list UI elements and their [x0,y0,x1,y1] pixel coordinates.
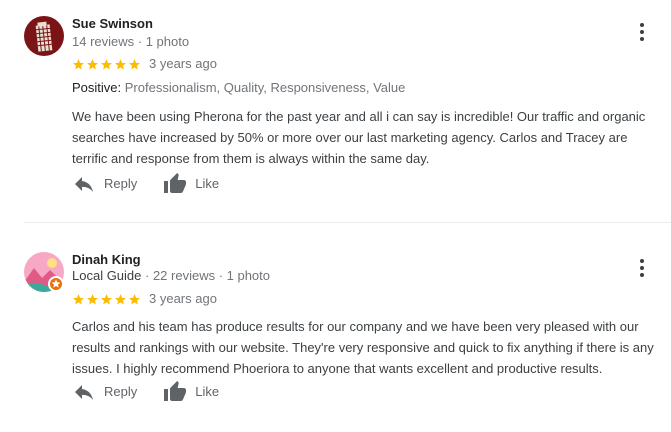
review-divider [24,222,671,223]
reply-label: Reply [104,176,138,191]
review-actions: Reply Like [72,172,245,196]
reviewer-meta[interactable]: Local Guide · 22 reviews · 1 photo [72,268,270,284]
star-rating [72,58,141,71]
reply-button[interactable]: Reply [72,380,137,404]
star-icon [101,293,112,304]
reply-arrow-icon [75,177,93,192]
star-icon [129,293,140,304]
review-text: Carlos and his team has produce results … [72,319,654,376]
star-icon [87,58,98,69]
reply-button[interactable]: Reply [72,172,137,196]
star-icon [115,293,126,304]
more-options-button[interactable] [632,256,652,280]
more-vert-icon [640,23,644,41]
star-icon [73,58,84,69]
thumbs-up-icon [164,173,187,193]
reviewer-counts: · 22 reviews · 1 photo [141,268,271,283]
local-guide-badge-icon [48,276,64,292]
star-icon [87,293,98,304]
like-label: Like [195,176,220,191]
local-guide-label: Local Guide [72,268,142,283]
star-rating [72,293,141,306]
star-icon [129,58,140,69]
review-card: Dinah King Local Guide · 22 reviews · 1 … [0,236,671,432]
review-card: Sue Swinson 14 reviews · 1 photo 3 years… [0,0,671,222]
avatar-leaning-tower-image [24,16,64,56]
positive-label: Positive: [72,80,122,95]
review-date: 3 years ago [149,56,217,71]
reviewer-meta[interactable]: 14 reviews · 1 photo [72,34,189,50]
like-button[interactable]: Like [163,380,219,404]
star-icon [101,58,112,69]
more-vert-icon [640,259,644,277]
star-badge-icon [51,279,61,288]
like-button[interactable]: Like [163,172,219,196]
thumbs-up-icon [164,381,187,401]
rating-row: 3 years ago [72,56,217,72]
positive-attributes: Positive: Professionalism, Quality, Resp… [72,80,405,96]
star-icon [115,58,126,69]
review-actions: Reply Like [72,380,245,404]
review-date: 3 years ago [149,291,217,306]
like-label: Like [195,384,220,399]
review-text: We have been using Pherona for the past … [72,109,646,166]
positive-items: Professionalism, Quality, Responsiveness… [124,80,406,95]
reviewer-name[interactable]: Dinah King [72,252,141,268]
reviewer-name[interactable]: Sue Swinson [72,16,153,32]
reply-label: Reply [104,384,138,399]
avatar[interactable] [24,16,64,56]
star-icon [73,293,84,304]
more-options-button[interactable] [632,20,652,44]
reply-arrow-icon [75,385,93,400]
rating-row: 3 years ago [72,291,217,307]
